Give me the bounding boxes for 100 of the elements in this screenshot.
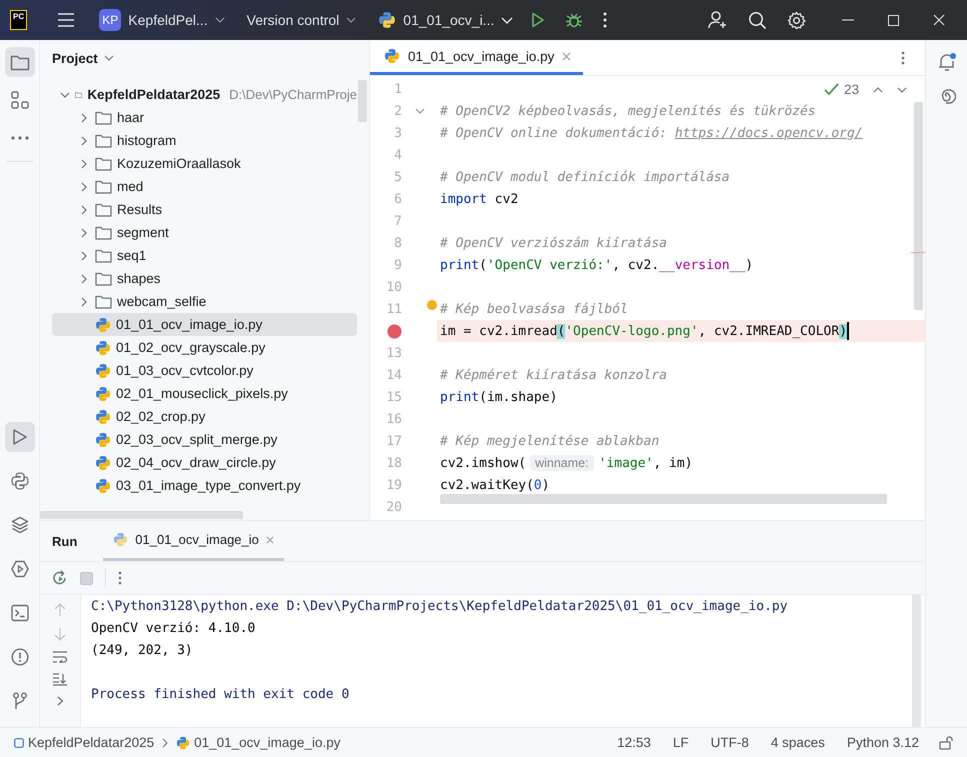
project-switcher[interactable]: KP KepfeldPel... bbox=[91, 5, 233, 35]
python-icon bbox=[378, 11, 396, 29]
settings-icon[interactable] bbox=[787, 10, 806, 30]
branch-icon bbox=[12, 692, 28, 710]
collapsed-chevron-icon[interactable] bbox=[79, 112, 89, 122]
tree-item[interactable]: med bbox=[52, 175, 357, 198]
scrollbar[interactable] bbox=[358, 80, 367, 122]
line-number: 7 bbox=[394, 214, 402, 228]
collapsed-chevron-icon[interactable] bbox=[79, 182, 89, 192]
fold-icon[interactable] bbox=[414, 108, 424, 114]
console-line: (249, 202, 3) bbox=[91, 642, 193, 658]
wrap-icon[interactable] bbox=[52, 651, 68, 663]
more-icon[interactable] bbox=[603, 12, 608, 28]
collapsed-chevron-icon[interactable] bbox=[79, 136, 89, 146]
chevron-right-icon[interactable] bbox=[56, 696, 64, 706]
tree-item[interactable]: haar bbox=[52, 106, 357, 129]
status-item[interactable]: UTF-8 bbox=[710, 735, 749, 750]
collapsed-chevron-icon[interactable] bbox=[79, 204, 89, 214]
scrollbar[interactable] bbox=[40, 511, 243, 519]
minimize-icon[interactable] bbox=[842, 19, 854, 21]
line-number: 2 bbox=[394, 104, 402, 118]
status-item[interactable]: 12:53 bbox=[617, 735, 651, 750]
chevron-icon[interactable] bbox=[104, 55, 114, 61]
panel-title[interactable]: Project bbox=[52, 50, 98, 66]
status-item[interactable]: 4 spaces bbox=[770, 735, 825, 750]
console-line: Process finished with exit code 0 bbox=[91, 686, 350, 702]
code-line: print(im.shape) bbox=[440, 390, 558, 404]
collapsed-chevron-icon[interactable] bbox=[79, 274, 89, 284]
code-line: import cv2 bbox=[440, 192, 518, 206]
tree-item[interactable]: segment bbox=[52, 221, 357, 244]
tool-window-button[interactable] bbox=[4, 47, 34, 77]
chevron-up-icon[interactable] bbox=[873, 86, 883, 92]
line-number: 3 bbox=[394, 126, 402, 140]
search-icon[interactable] bbox=[748, 10, 767, 30]
folder-icon bbox=[95, 248, 112, 262]
folder-icon bbox=[10, 54, 30, 70]
collapsed-chevron-icon[interactable] bbox=[79, 296, 89, 306]
tree-item[interactable]: 02_02_crop.py bbox=[52, 405, 357, 428]
code-line: cv2.imshow( winname: 'image', im) bbox=[440, 456, 693, 470]
python-file-icon bbox=[95, 362, 111, 378]
tool-window-button[interactable] bbox=[4, 422, 34, 452]
scrollbar[interactable] bbox=[912, 595, 921, 727]
collapsed-chevron-icon[interactable] bbox=[79, 158, 89, 168]
code-line: # Kép beolvasása fájlból bbox=[440, 302, 628, 316]
tree-item[interactable]: 01_01_ocv_image_io.py bbox=[52, 313, 357, 336]
line-number: 20 bbox=[386, 500, 402, 514]
run-icon[interactable] bbox=[531, 12, 546, 28]
tree-item[interactable]: 02_03_ocv_split_merge.py bbox=[52, 428, 357, 451]
folder-icon bbox=[95, 134, 112, 148]
tree-item[interactable]: 02_01_mouseclick_pixels.py bbox=[52, 382, 357, 405]
tree-item[interactable]: webcam_selfie bbox=[52, 290, 357, 313]
collapsed-chevron-icon[interactable] bbox=[79, 250, 89, 260]
lock-icon[interactable] bbox=[939, 736, 953, 750]
tree-item[interactable]: histogram bbox=[52, 129, 357, 152]
collapsed-chevron-icon[interactable] bbox=[79, 228, 89, 238]
expanded-chevron-icon[interactable] bbox=[60, 90, 70, 100]
line-number: 5 bbox=[394, 170, 402, 184]
breakpoint-icon[interactable] bbox=[387, 324, 402, 338]
chevron-down-icon[interactable] bbox=[897, 86, 907, 92]
maximize-icon[interactable] bbox=[888, 14, 899, 26]
scrollbar[interactable] bbox=[440, 494, 887, 504]
python-icon bbox=[113, 532, 128, 547]
item-name: 01_03_ocv_cvtcolor.py bbox=[116, 363, 254, 378]
tree-item[interactable]: 03_01_image_type_convert.py bbox=[52, 474, 357, 497]
python-file-icon bbox=[384, 48, 400, 64]
bell-icon[interactable] bbox=[936, 52, 956, 72]
tree-item[interactable]: 01_02_ocv_grayscale.py bbox=[52, 336, 357, 359]
editor-tab[interactable]: 01_01_ocv_image_io.py bbox=[370, 40, 584, 75]
tree-item[interactable]: KozuzemiOraallasok bbox=[52, 152, 357, 175]
rerun-icon[interactable] bbox=[52, 570, 68, 586]
add-user-icon[interactable] bbox=[708, 10, 728, 30]
more-icon[interactable] bbox=[118, 571, 122, 585]
breadcrumb[interactable]: KepfeldPeldatar2025 bbox=[14, 735, 154, 750]
folder-icon bbox=[95, 156, 112, 170]
inspection-status[interactable]: 23 bbox=[824, 82, 859, 97]
vcs-menu[interactable]: Version control bbox=[238, 8, 364, 32]
status-item[interactable]: Python 3.12 bbox=[846, 735, 919, 750]
scrollbar[interactable] bbox=[914, 102, 923, 310]
item-name: KepfeldPeldatar2025 bbox=[87, 87, 220, 102]
breadcrumb[interactable]: 01_01_ocv_image_io.py bbox=[176, 735, 340, 750]
tree-item[interactable]: 01_03_ocv_cvtcolor.py bbox=[52, 359, 357, 382]
code-line: # OpenCV verziószám kiíratása bbox=[440, 236, 667, 250]
line-number: 6 bbox=[394, 192, 402, 206]
app-logo[interactable]: PC bbox=[10, 10, 28, 30]
tree-item[interactable]: Results bbox=[52, 198, 357, 221]
tree-item[interactable]: KepfeldPeldatar2025 D:\Dev\PyCharmProje bbox=[52, 83, 357, 106]
tree-item[interactable]: seq1 bbox=[52, 244, 357, 267]
more-icon[interactable] bbox=[901, 50, 905, 64]
status-item[interactable]: LF bbox=[672, 735, 689, 750]
layers-icon bbox=[10, 516, 28, 534]
menu-icon[interactable] bbox=[57, 13, 76, 27]
folder-icon bbox=[95, 110, 112, 124]
tree-item[interactable]: 02_04_ocv_draw_circle.py bbox=[52, 451, 357, 474]
run-configuration[interactable]: 01_01_ocv_i... bbox=[370, 7, 522, 33]
item-name: 02_04_ocv_draw_circle.py bbox=[116, 455, 276, 470]
tree-item[interactable]: shapes bbox=[52, 267, 357, 290]
bug-icon[interactable] bbox=[565, 11, 584, 29]
scroll-end-icon[interactable] bbox=[52, 673, 68, 686]
folder-icon bbox=[95, 180, 112, 194]
python-file-icon bbox=[95, 316, 111, 332]
